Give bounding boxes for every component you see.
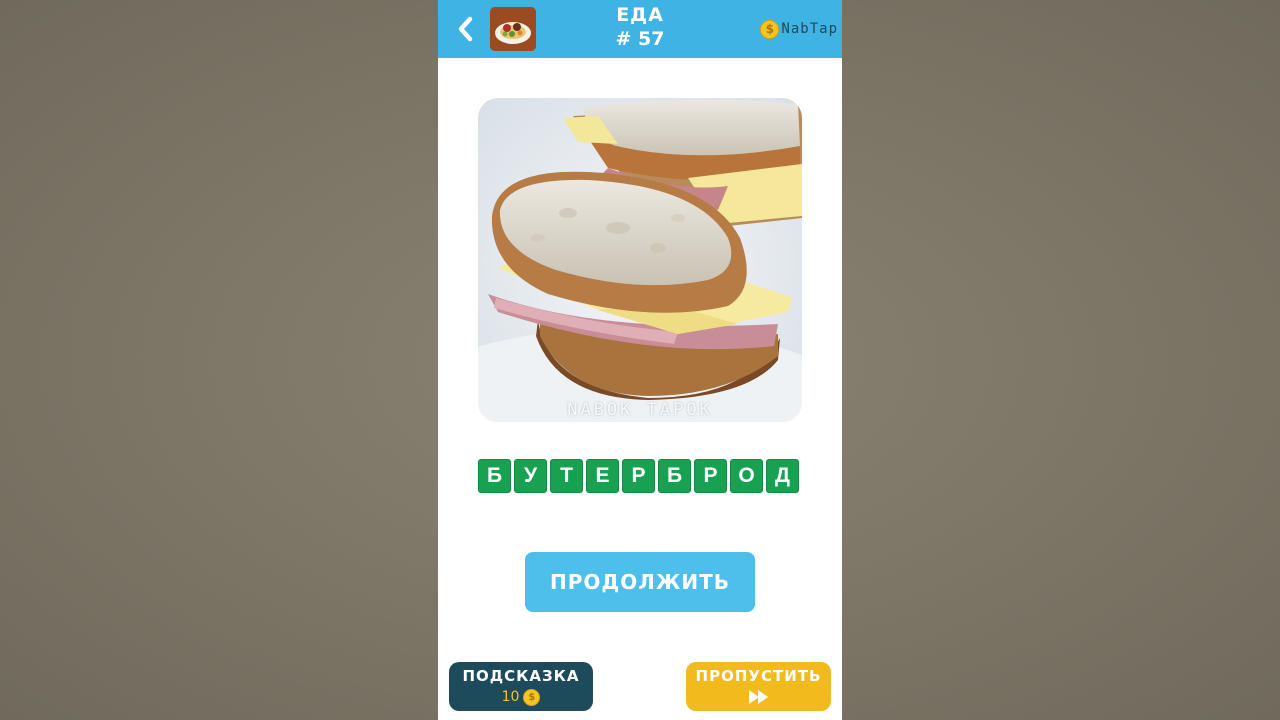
coin-amount: NabTap: [781, 21, 838, 37]
answer-letter-tile[interactable]: Р: [622, 459, 655, 493]
answer-letter-tile[interactable]: Е: [586, 459, 619, 493]
continue-button[interactable]: ПРОДОЛЖИТЬ: [525, 552, 755, 612]
hint-cost-row: 10 $: [449, 686, 593, 708]
answer-letter-tile[interactable]: Т: [550, 459, 583, 493]
answer-letter-tile[interactable]: О: [730, 459, 763, 493]
skip-button[interactable]: ПРОПУСТИТЬ: [686, 662, 831, 711]
hint-cost: 10: [501, 689, 520, 705]
category-name: ЕДА: [616, 4, 664, 26]
coin-icon: $: [760, 19, 780, 39]
hint-label: ПОДСКАЗКА: [462, 667, 580, 685]
skip-icon-row: [686, 686, 831, 708]
level-title: ЕДА # 57: [570, 2, 710, 50]
coin-balance: $ NabTap: [760, 18, 838, 40]
answer-letter-tile[interactable]: Р: [694, 459, 727, 493]
image-watermark: NABOK TAPOK: [567, 400, 713, 420]
top-bar: ЕДА # 57 $ NabTap: [438, 0, 842, 58]
category-thumbnail: [490, 7, 536, 51]
level-number: # 57: [615, 28, 665, 50]
puzzle-image: NABOK TAPOK: [478, 98, 802, 422]
answer-letter-tile[interactable]: Д: [766, 459, 799, 493]
skip-label: ПРОПУСТИТЬ: [695, 667, 822, 685]
hint-button[interactable]: ПОДСКАЗКА 10 $: [449, 662, 593, 711]
answer-letter-tile[interactable]: Б: [658, 459, 691, 493]
chevron-left-icon: [458, 16, 473, 42]
game-screen: ЕДА # 57 $ NabTap NABOK TAPOK Б У Т Е Р …: [438, 0, 842, 720]
fast-forward-icon: [748, 690, 768, 704]
coin-icon: $: [523, 688, 541, 706]
back-button[interactable]: [452, 14, 478, 44]
food-plate-icon: [490, 7, 536, 51]
answer-tiles: Б У Т Е Р Б Р О Д: [478, 459, 802, 493]
sandwich-image: [478, 98, 802, 422]
answer-letter-tile[interactable]: Б: [478, 459, 511, 493]
answer-letter-tile[interactable]: У: [514, 459, 547, 493]
